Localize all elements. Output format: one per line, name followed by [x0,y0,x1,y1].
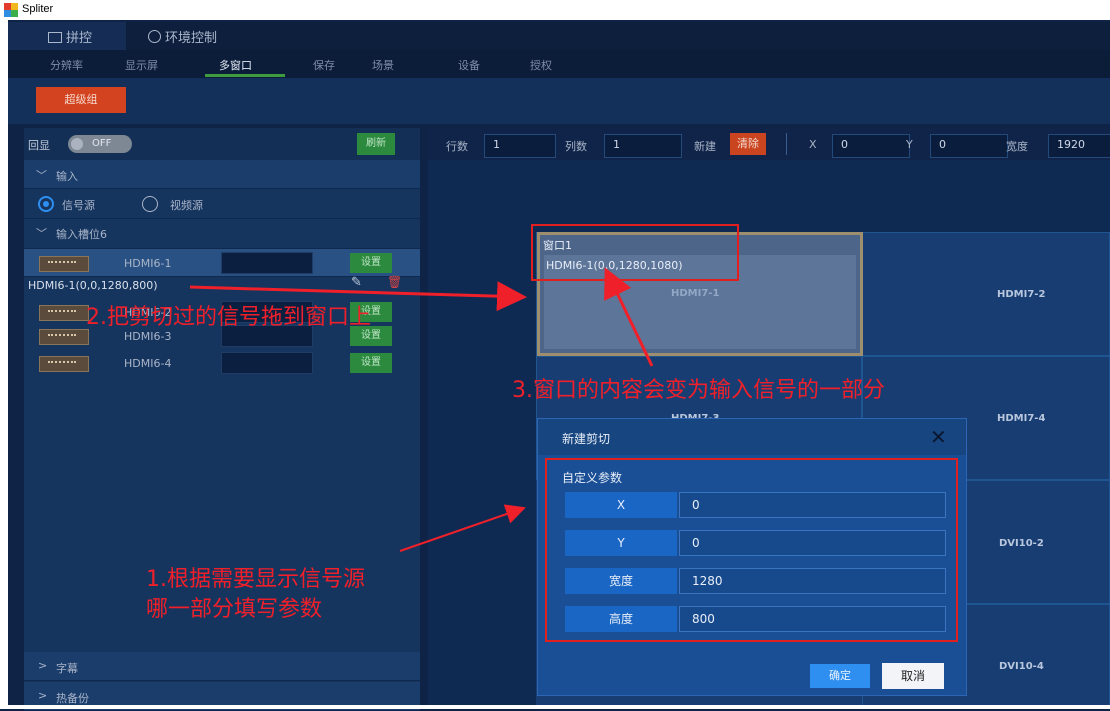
source-input-box[interactable] [221,352,313,374]
nav-device[interactable]: 设备 [458,57,480,73]
nav-save[interactable]: 保存 [313,57,335,73]
ok-button[interactable]: 确定 [810,664,870,688]
window-title-bar: Spliter [0,0,1110,20]
active-nav-underline [205,74,285,77]
source-input-box[interactable] [221,252,313,274]
delete-icon[interactable]: 🗑 [387,275,402,289]
app-logo-icon [4,3,18,17]
annotation-step2: 2.把剪切过的信号拖到窗口上 [86,305,371,330]
dialog-title: 新建剪切 [562,432,611,446]
cols-label: 列数 [565,140,587,153]
gauge-icon [148,30,161,43]
tile-icon [48,32,62,43]
cell-label: DVI10-2 [999,538,1044,549]
tab-env-control[interactable]: 环境控制 [148,27,217,46]
echo-label: 回显 [28,139,50,152]
window-frame-bottom [0,705,1110,709]
radio-signal-label: 信号源 [62,199,95,212]
window-frame-left [0,20,8,709]
screen-cell[interactable]: HDMI7-2 [862,232,1110,356]
chevron-down-icon: ﹀ [36,169,47,182]
clear-button[interactable]: 清除 [730,133,766,155]
cell-label: HDMI7-1 [671,288,720,299]
radio-video-label: 视频源 [170,199,203,212]
nav-display[interactable]: 显示屏 [125,57,158,73]
toggle-state: OFF [92,138,112,149]
x-input[interactable]: 0 [832,134,910,158]
hotbackup-section-title: 热备份 [56,692,89,705]
tab-tile-control[interactable]: 拼控 [48,27,92,46]
source-item[interactable]: HDMI6-1 设置 [24,249,420,277]
nav-multiwindow[interactable]: 多窗口 [219,57,252,73]
source-type-row: 信号源 视频源 [24,190,420,219]
source-label: HDMI6-1 [124,257,172,270]
slot-section-header[interactable]: ﹀ 输入槽位6 [24,220,420,249]
echo-toggle[interactable]: OFF [68,135,132,153]
highlight-dialog-params [545,458,958,642]
annotation-step1-line1: 1.根据需要显示信号源 [146,567,365,592]
nav-resolution[interactable]: 分辨率 [50,57,83,73]
edit-icon[interactable]: ✎ [351,275,362,290]
cell-label: DVI10-4 [999,661,1044,672]
top-tab-bar: 拼控 环境控制 [8,22,1110,50]
tab-label: 拼控 [66,31,93,46]
layout-toolbar: 行数 1 列数 1 新建 清除 X 0 Y 0 宽度 1920 [428,128,1110,160]
hdmi-port-icon [39,329,89,345]
canvas-left-band [428,232,536,709]
source-label: HDMI6-4 [124,357,172,370]
slot-section-title: 输入槽位6 [56,228,107,241]
hdmi-port-icon [39,256,89,272]
nav-license[interactable]: 授权 [530,57,552,73]
cols-input[interactable]: 1 [604,134,682,158]
super-group-button[interactable]: 超级组 [36,87,126,113]
chevron-right-icon: > [38,659,48,672]
cell-label: HDMI7-4 [997,413,1046,424]
crop-item[interactable]: HDMI6-1(0,0,1280,800) [28,279,158,292]
tab-label: 环境控制 [165,31,218,46]
subtitle-section-header[interactable]: > 字幕 [24,652,420,681]
y-label: Y [906,138,913,151]
cell-label: HDMI7-2 [997,289,1046,300]
x-label: X [809,138,817,151]
chevron-down-icon: ﹀ [36,227,47,240]
canvas-top-band [428,160,1110,232]
subtitle-section-title: 字幕 [56,662,78,675]
annotation-step3: 3.窗口的内容会变为输入信号的一部分 [512,378,885,403]
echo-row: 回显 OFF 刷新 [24,128,420,161]
source-label: HDMI6-3 [124,330,172,343]
sub-navigation: 分辨率 显示屏 多窗口 保存 场景 设备 授权 [8,50,1110,78]
group-toolbar [8,78,1110,124]
source-item[interactable]: HDMI6-4 设置 [24,349,420,377]
width-input[interactable]: 1920 [1048,134,1110,158]
rows-input[interactable]: 1 [484,134,556,158]
source-settings-button[interactable]: 设置 [350,353,392,373]
input-section-title: 输入 [56,170,78,183]
annotation-step1-line2: 哪一部分填写参数 [146,597,323,622]
source-settings-button[interactable]: 设置 [350,253,392,273]
rows-label: 行数 [446,140,468,153]
cancel-button[interactable]: 取消 [882,663,944,689]
radio-video-source[interactable] [142,196,158,212]
toolbar-divider [786,133,787,155]
y-input[interactable]: 0 [930,134,1008,158]
hdmi-port-icon [39,356,89,372]
hdmi-port-icon [39,305,89,321]
toggle-knob [71,138,83,150]
refresh-button[interactable]: 刷新 [357,133,395,155]
chevron-right-icon: > [38,689,48,702]
window-title: Spliter [22,3,54,15]
width-label: 宽度 [1006,140,1028,153]
dialog-header: 新建剪切 ✕ [538,419,966,455]
highlight-window-content [531,224,739,281]
new-button[interactable]: 新建 [694,138,716,154]
close-icon[interactable]: ✕ [930,425,947,449]
radio-signal-source[interactable] [38,196,54,212]
nav-scene[interactable]: 场景 [372,57,394,73]
input-section-header[interactable]: ﹀ 输入 [24,160,420,189]
